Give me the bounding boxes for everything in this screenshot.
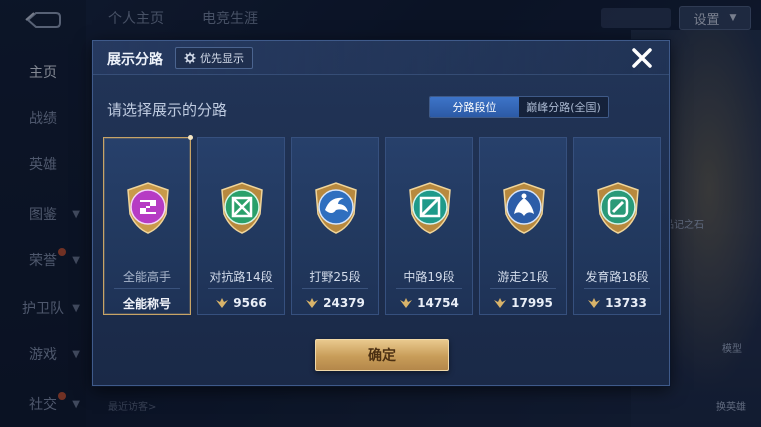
mid-lane-icon: [409, 182, 451, 234]
lane-footer: 24379: [292, 292, 378, 314]
card-divider: [584, 288, 650, 289]
close-icon: [632, 48, 652, 68]
rank-points-icon: [588, 298, 601, 308]
toggle-peak-lane[interactable]: 巅峰分路(全国): [519, 97, 608, 117]
lane-points: 14754: [417, 296, 459, 310]
lane-card-all-round[interactable]: 全能高手 全能称号: [103, 135, 193, 315]
roam-icon: [503, 182, 545, 234]
lane-card-mid[interactable]: 中路19段 14754: [385, 137, 473, 315]
lane-name: 发育路18段: [585, 270, 649, 284]
card-divider: [208, 288, 274, 289]
clash-lane-icon: [221, 182, 263, 234]
card-divider: [396, 288, 462, 289]
lane-name: 游走21段: [497, 270, 549, 284]
lane-points: 24379: [323, 296, 365, 310]
lane-footer: 14754: [386, 292, 472, 314]
confirm-label: 确定: [368, 348, 396, 364]
dialog-subtitle: 请选择展示的分路: [107, 101, 228, 119]
lane-points: 9566: [233, 296, 267, 310]
all-round-icon: [127, 182, 169, 234]
rank-points-icon: [306, 298, 319, 308]
lane-card-roam[interactable]: 游走21段 17995: [479, 137, 567, 315]
rank-points-icon: [216, 298, 229, 308]
lane-display-dialog: 展示分路 优先显示 请选择展示的分路 分路段位 巅峰分路(全国) 全能高手 全能…: [92, 40, 670, 386]
gear-icon: [184, 52, 196, 64]
farm-lane-icon: [597, 182, 639, 234]
rank-points-icon: [494, 298, 507, 308]
close-button[interactable]: [629, 45, 655, 71]
card-divider: [490, 288, 556, 289]
dialog-title: 展示分路: [107, 52, 163, 68]
selected-marker: [188, 135, 193, 140]
lane-points: 13733: [605, 296, 647, 310]
lane-footer: 9566: [198, 292, 284, 314]
lane-card-jungle[interactable]: 打野25段 24379: [291, 137, 379, 315]
priority-label: 优先显示: [200, 52, 244, 65]
lane-footer: 全能称号: [104, 292, 190, 314]
confirm-button[interactable]: 确定: [315, 339, 449, 371]
title-label: 全能称号: [122, 296, 171, 311]
lane-card-farm[interactable]: 发育路18段 13733: [573, 137, 661, 315]
lane-name: 全能高手: [122, 270, 171, 284]
lane-name: 中路19段: [403, 270, 455, 284]
card-divider: [114, 288, 180, 289]
jungle-icon: [315, 182, 357, 234]
lane-points: 17995: [511, 296, 553, 310]
rank-points-icon: [400, 298, 413, 308]
lane-footer: 17995: [480, 292, 566, 314]
card-divider: [302, 288, 368, 289]
lane-name: 打野25段: [309, 270, 361, 284]
priority-display-button[interactable]: 优先显示: [175, 47, 253, 69]
lane-card-clash[interactable]: 对抗路14段 9566: [197, 137, 285, 315]
toggle-lane-rank[interactable]: 分路段位: [430, 97, 519, 117]
lane-footer: 13733: [574, 292, 660, 314]
lane-name: 对抗路14段: [209, 270, 273, 284]
mode-toggle: 分路段位 巅峰分路(全国): [429, 96, 609, 118]
